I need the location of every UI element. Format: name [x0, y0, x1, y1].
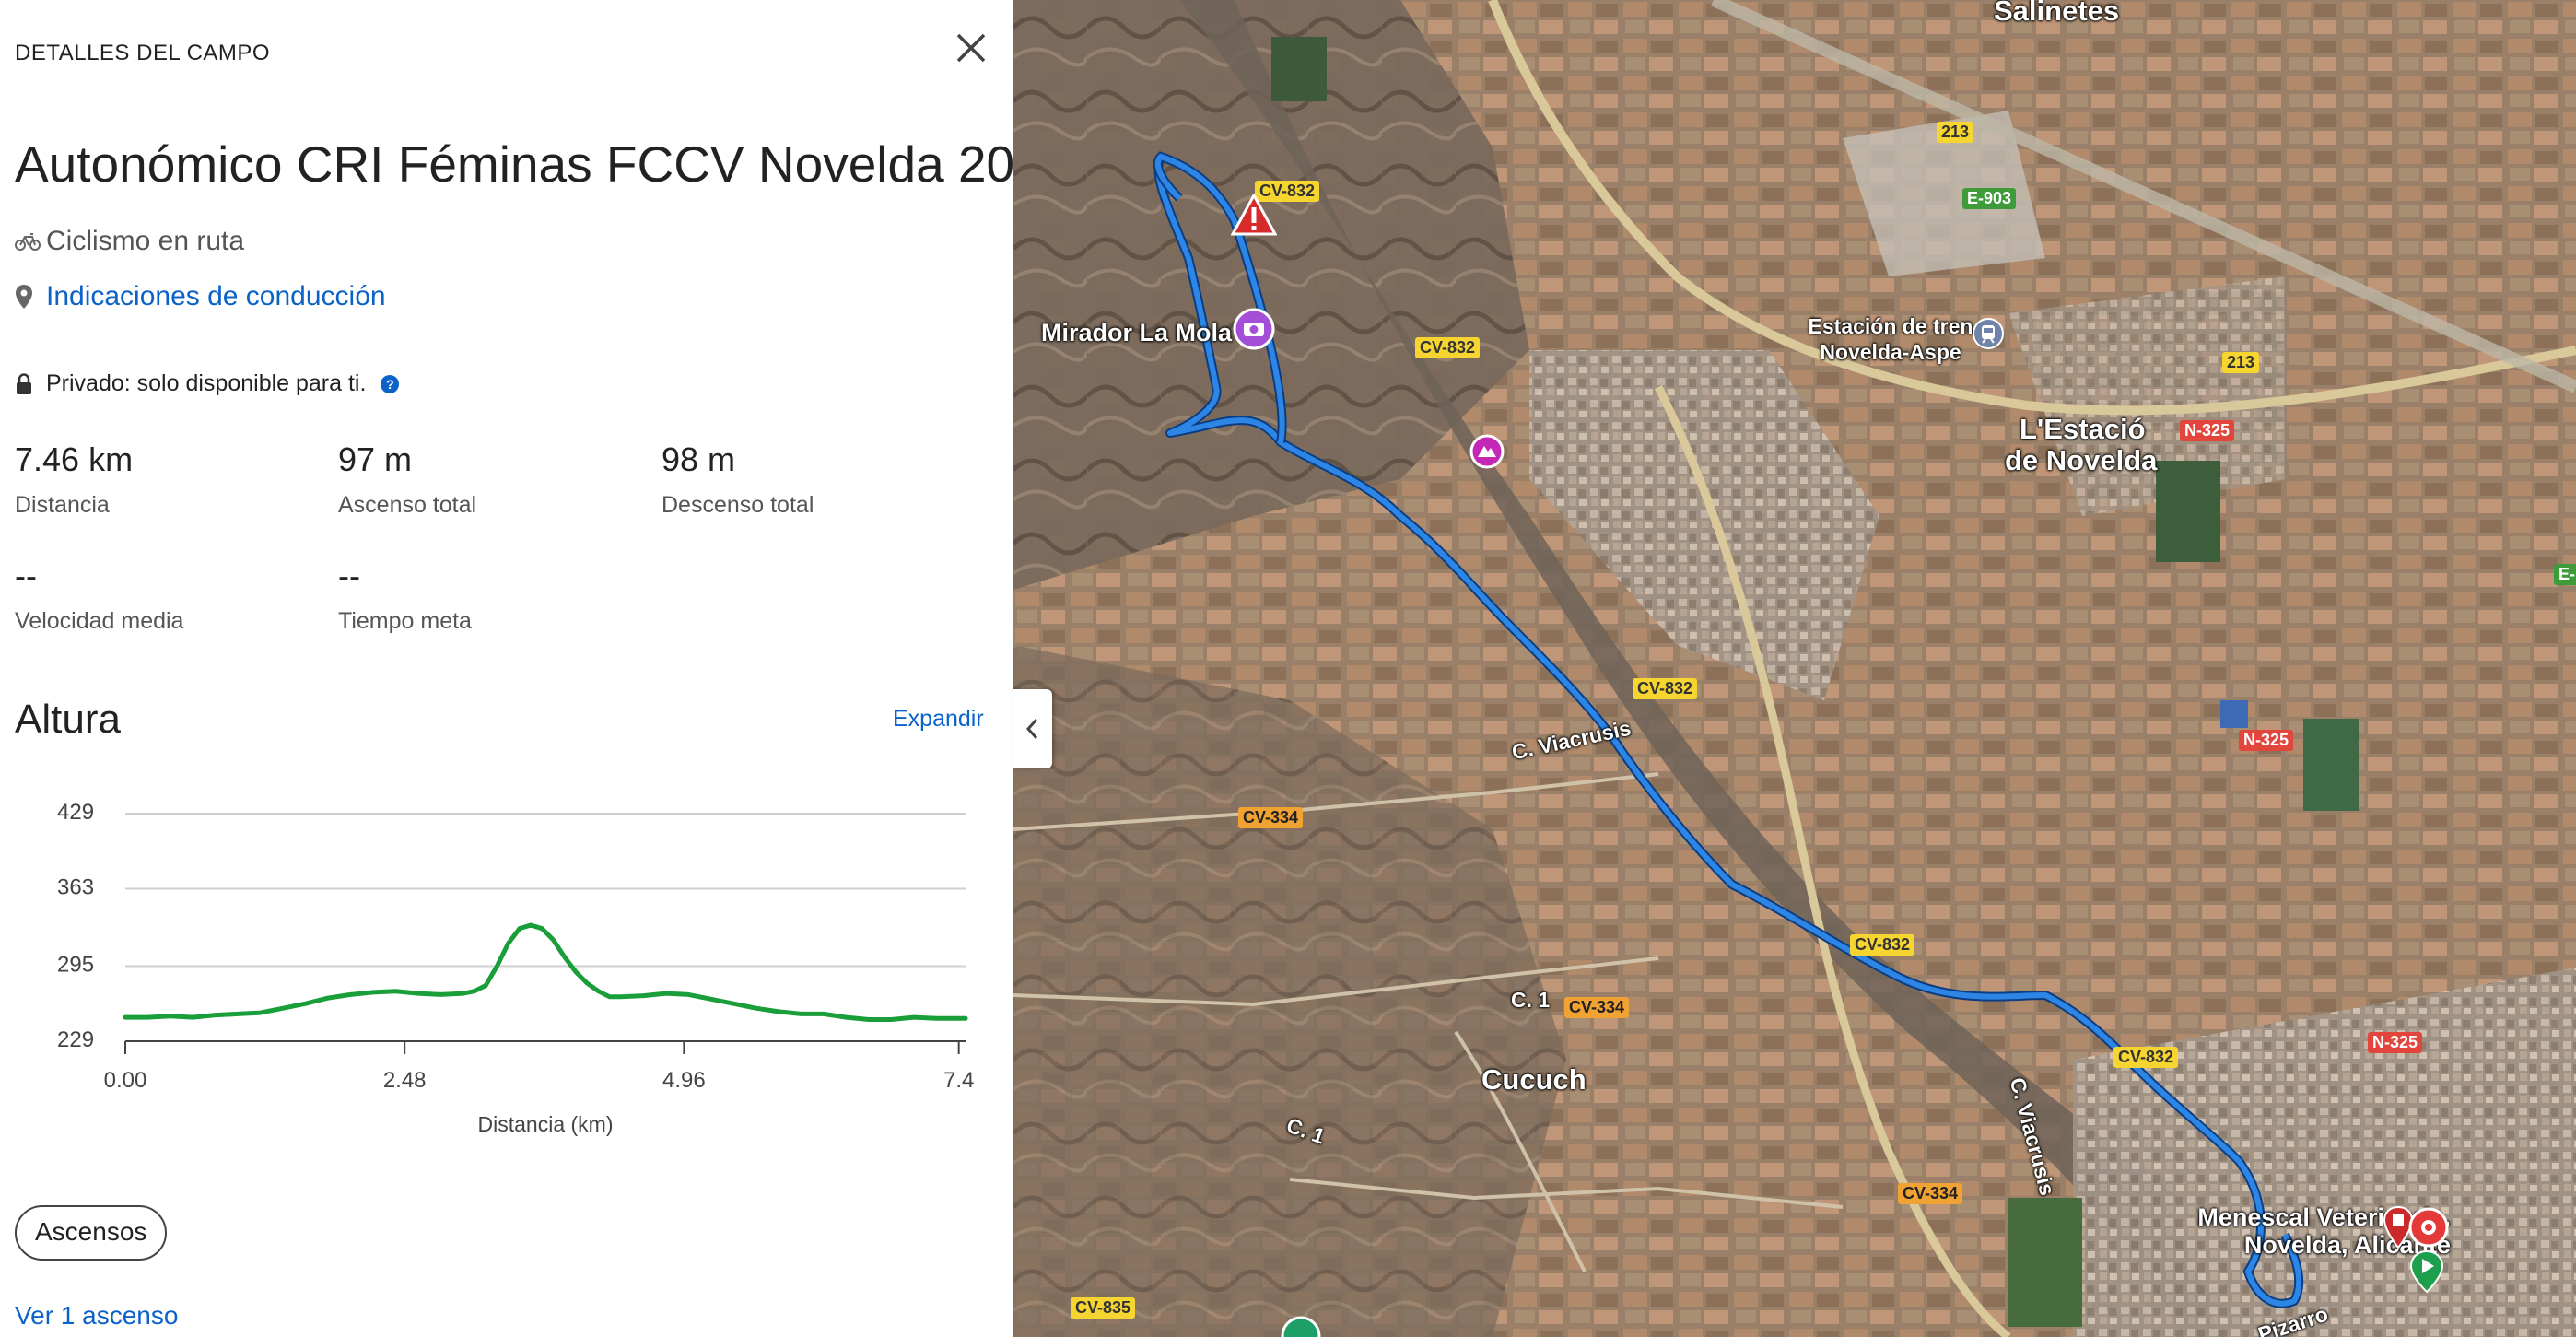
sport-row: Ciclismo en ruta — [15, 226, 244, 257]
stat-total-ascent: 97 m Ascenso total — [338, 440, 476, 519]
lock-icon — [15, 372, 46, 395]
road-shield: CV-835 — [1071, 1297, 1136, 1319]
road-shield: E-903 — [1962, 188, 2017, 209]
road-shield: E- — [2554, 564, 2576, 585]
road-shield: CV-832 — [1415, 337, 1481, 358]
road-shield: CV-832 — [1633, 678, 1698, 699]
chart-y-tick-label: 229 — [57, 1027, 94, 1052]
stat-label: Distancia — [15, 492, 110, 518]
road-shield: N-325 — [2180, 420, 2235, 441]
map-label-cucuch: Cucuch — [1481, 1063, 1587, 1096]
close-button[interactable] — [951, 28, 991, 68]
map-label-estacio-a: L'Estació — [2020, 413, 2146, 445]
road-shield: CV-832 — [1850, 934, 1915, 956]
climbs-button[interactable]: Ascensos — [15, 1205, 168, 1261]
stat-label: Velocidad media — [15, 608, 184, 634]
expand-link[interactable]: Expandir — [893, 706, 984, 733]
chart-y-tick-label: 363 — [57, 875, 94, 900]
sport-label: Ciclismo en ruta — [46, 226, 245, 256]
details-panel: DETALLES DEL CAMPO Autonómico CRI Fémina… — [0, 0, 1013, 1337]
road-shield: N-325 — [2368, 1032, 2423, 1053]
stat-label: Ascenso total — [338, 492, 477, 518]
stat-distance: 7.46 km Distancia — [15, 440, 133, 519]
help-icon[interactable]: ? — [381, 374, 400, 393]
elevation-title: Altura — [15, 697, 121, 742]
driving-directions-link[interactable]: Indicaciones de conducción — [15, 281, 386, 312]
stat-average-speed: -- Velocidad media — [15, 557, 183, 635]
chart-x-tick-label: 4.96 — [662, 1068, 706, 1093]
chart-x-tick-label: 2.48 — [383, 1068, 427, 1093]
stat-value: -- — [15, 557, 37, 594]
map-label-c1: C. 1 — [1511, 988, 1551, 1012]
stat-value: 7.46 km — [15, 440, 134, 478]
road-shield: CV-334 — [1898, 1183, 1963, 1204]
road-shield: CV-832 — [2113, 1047, 2179, 1068]
chart-x-tick-label: 7.4 — [943, 1068, 974, 1093]
privacy-label: Privado: solo disponible para ti. — [46, 370, 367, 396]
course-title: Autonómico CRI Féminas FCCV Novelda 2025 — [15, 135, 1013, 193]
stat-value: 97 m — [338, 440, 413, 478]
bike-icon — [15, 231, 46, 252]
elevation-series-line — [123, 922, 968, 1022]
stat-total-descent: 98 m Descenso total — [662, 440, 814, 519]
map-label-mirador: Mirador La Mola — [1041, 319, 1233, 346]
chart-x-tick-label: 0.00 — [104, 1068, 147, 1093]
map-label-salinetes: Salinetes — [1994, 0, 2120, 27]
chart-y-tick-label: 429 — [57, 800, 94, 825]
road-shield: CV-334 — [1564, 997, 1630, 1018]
map-label-estacion: Estación de tren Novelda-Aspe — [1808, 314, 1973, 364]
driving-directions-label: Indicaciones de conducción — [46, 281, 386, 311]
map-label-estacio-b: de Novelda — [2005, 444, 2158, 476]
view-climbs-link[interactable]: Ver 1 ascenso — [15, 1301, 178, 1331]
road-shield: N-325 — [2239, 730, 2294, 751]
chart-x-axis-label: Distancia (km) — [478, 1112, 614, 1136]
close-icon — [956, 33, 986, 63]
chart-y-tick-label: 295 — [57, 952, 94, 977]
stat-value: -- — [338, 557, 360, 594]
stat-finish-time: -- Tiempo meta — [338, 557, 472, 635]
stat-label: Tiempo meta — [338, 608, 472, 634]
satellite-map[interactable]: Salinetes Mirador La Mola Estación de tr… — [1013, 0, 2576, 1337]
road-shield: 213 — [2222, 352, 2260, 373]
chevron-left-icon — [1025, 718, 1038, 740]
stat-label: Descenso total — [662, 492, 814, 518]
privacy-row: Privado: solo disponible para ti. ? — [15, 370, 400, 397]
stat-value: 98 m — [662, 440, 736, 478]
road-shield: 213 — [1937, 122, 1974, 143]
elevation-chart: 429 363 295 229 0.00 2.48 4.96 7.4 Distancia (km… — [57, 800, 974, 1136]
location-pin-icon — [15, 284, 46, 310]
collapse-panel-button[interactable] — [1013, 689, 1052, 768]
panel-header-label: DETALLES DEL CAMPO — [15, 41, 271, 65]
road-shield: CV-334 — [1238, 807, 1304, 828]
